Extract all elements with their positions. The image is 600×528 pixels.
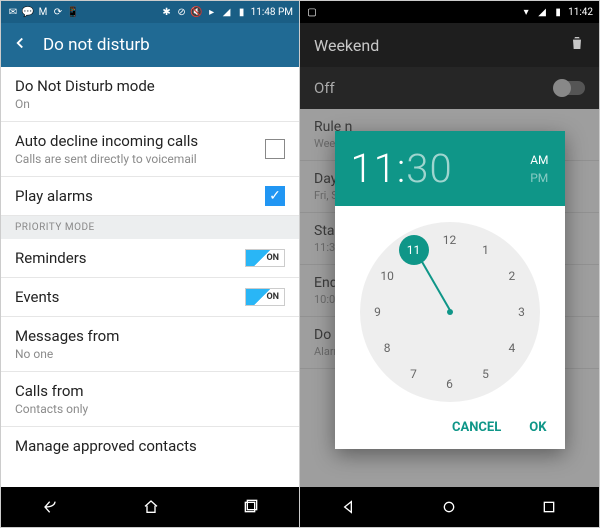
wifi-icon: ▸ — [206, 6, 218, 18]
row-off[interactable]: Off — [300, 67, 599, 109]
row-title: Calls from — [15, 382, 285, 400]
clock-number-1[interactable]: 1 — [474, 238, 498, 262]
row-play-alarms[interactable]: Play alarms ✓ — [1, 177, 299, 216]
phone-icon: 📱 — [67, 6, 79, 18]
nav-recent-icon[interactable] — [541, 499, 557, 515]
row-subtitle: Contacts only — [15, 402, 285, 416]
off-label: Off — [314, 79, 335, 97]
row-title: Messages from — [15, 327, 285, 345]
switch-off[interactable] — [555, 81, 585, 95]
clock-number-9[interactable]: 9 — [366, 300, 390, 324]
image-icon: ▢ — [306, 6, 318, 18]
clock-number-5[interactable]: 5 — [474, 362, 498, 386]
modal-overlay: 11:30 AM PM 12345678910111211 CANCEL OK — [300, 109, 599, 487]
page-title: Do not disturb — [43, 35, 150, 55]
nav-bar — [300, 487, 599, 527]
row-subtitle: On — [15, 97, 285, 111]
clock-number-8[interactable]: 8 — [375, 336, 399, 360]
delete-icon[interactable] — [569, 35, 585, 55]
row-subtitle: No one — [15, 347, 285, 361]
time-picker-dialog: 11:30 AM PM 12345678910111211 CANCEL OK — [335, 131, 565, 449]
clock-text: 11:48 PM — [251, 7, 293, 18]
row-title: Play alarms — [15, 187, 249, 205]
page-title: Weekend — [314, 36, 379, 55]
checkbox-checked[interactable]: ✓ — [265, 186, 285, 206]
minute-value[interactable]: 30 — [406, 145, 452, 192]
clock-number-10[interactable]: 10 — [375, 264, 399, 288]
background-list: Rule n Weeke Days Fri, Sat Start ti 11:3… — [300, 109, 599, 487]
nav-home-icon[interactable] — [142, 499, 160, 515]
nav-bar — [1, 487, 299, 527]
row-reminders[interactable]: Reminders ON — [1, 239, 299, 278]
mail-icon: ✉ — [7, 6, 19, 18]
row-messages-from[interactable]: Messages from No one — [1, 317, 299, 372]
row-dnd-mode[interactable]: Do Not Disturb mode On — [1, 67, 299, 122]
nav-home-icon[interactable] — [441, 499, 457, 515]
clock-number-6[interactable]: 6 — [438, 372, 462, 396]
section-header: PRIORITY MODE — [1, 216, 299, 239]
row-title: Do Not Disturb mode — [15, 77, 285, 95]
app-bar: Do not disturb — [1, 23, 299, 67]
volume-icon: 🔇 — [191, 6, 203, 18]
dnd-icon: ⊘ — [176, 6, 188, 18]
pm-option[interactable]: PM — [530, 171, 548, 185]
row-auto-decline[interactable]: Auto decline incoming calls Calls are se… — [1, 122, 299, 177]
clock-number-7[interactable]: 7 — [402, 362, 426, 386]
status-bar: ✉ 💬 M ⟳ 📱 ✱ ⊘ 🔇 ▸ ◢ ▮ 11:48 PM — [1, 1, 299, 23]
chat-icon: 💬 — [22, 6, 34, 18]
brightness-icon: ✱ — [161, 6, 173, 18]
row-title: Auto decline incoming calls — [15, 132, 249, 150]
wifi-icon: ▾ — [520, 6, 532, 18]
battery-icon: ▮ — [552, 6, 564, 18]
row-events[interactable]: Events ON — [1, 278, 299, 317]
back-button[interactable] — [11, 34, 29, 57]
ok-button[interactable]: OK — [529, 420, 546, 435]
gmail-icon: M — [37, 6, 49, 18]
row-subtitle: Calls are sent directly to voicemail — [15, 152, 249, 166]
am-option[interactable]: AM — [530, 153, 548, 167]
clock-face[interactable]: 12345678910111211 — [360, 222, 540, 402]
signal-icon: ◢ — [221, 6, 233, 18]
time-header: 11:30 AM PM — [335, 131, 565, 206]
row-title: Manage approved contacts — [15, 437, 285, 455]
nav-back-icon[interactable] — [342, 499, 358, 515]
hour-value[interactable]: 11 — [351, 145, 397, 192]
clock-text: 11:42 — [568, 7, 593, 18]
row-title: Reminders — [15, 249, 249, 267]
clock-number-3[interactable]: 3 — [510, 300, 534, 324]
row-calls-from[interactable]: Calls from Contacts only — [1, 372, 299, 427]
sync-icon: ⟳ — [52, 6, 64, 18]
row-title: Events — [15, 288, 249, 306]
toggle-on[interactable]: ON — [245, 249, 285, 267]
status-bar: ▢ ▾ ◢ ▮ 11:42 — [300, 1, 599, 23]
app-bar: Weekend — [300, 23, 599, 67]
clock-number-2[interactable]: 2 — [500, 264, 524, 288]
nav-recent-icon[interactable] — [241, 499, 259, 515]
time-display[interactable]: 11:30 — [351, 145, 453, 192]
clock-number-4[interactable]: 4 — [500, 336, 524, 360]
nav-back-icon[interactable] — [41, 499, 61, 515]
toggle-on[interactable]: ON — [245, 288, 285, 306]
checkbox-unchecked[interactable] — [265, 139, 285, 159]
battery-icon: ▮ — [236, 6, 248, 18]
clock-number-12[interactable]: 12 — [438, 228, 462, 252]
clock-selected-knob[interactable]: 11 — [399, 235, 429, 265]
settings-list: Do Not Disturb mode On Auto decline inco… — [1, 67, 299, 487]
signal-icon: ◢ — [536, 6, 548, 18]
row-manage-contacts[interactable]: Manage approved contacts — [1, 427, 299, 465]
cancel-button[interactable]: CANCEL — [452, 420, 501, 435]
